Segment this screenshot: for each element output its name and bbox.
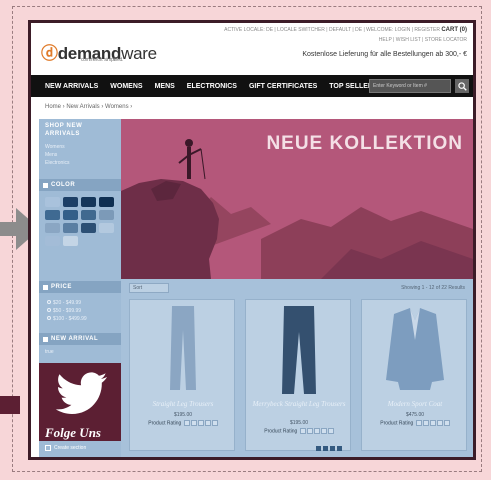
color-swatch[interactable]	[81, 223, 96, 233]
price-option[interactable]: $100 - $499.99	[47, 315, 87, 323]
new-arrival-section-header[interactable]: NEW ARRIVAL	[39, 333, 121, 345]
color-section-header[interactable]: COLOR	[39, 179, 121, 191]
rating-star-icon	[429, 420, 436, 426]
color-swatch[interactable]	[63, 236, 78, 246]
nav-womens[interactable]: WOMENS	[104, 83, 148, 90]
rating-star-icon	[211, 420, 218, 426]
color-swatch[interactable]	[45, 236, 60, 246]
sport-coat-image	[386, 308, 444, 390]
color-swatches	[45, 197, 114, 246]
price-section-header[interactable]: PRICE	[39, 281, 121, 293]
product-tile[interactable]: Straight Leg Trousers $195.00 Product Ra…	[129, 299, 235, 451]
rating-star-icon	[306, 428, 313, 434]
utility-links[interactable]: ACTIVE LOCALE: DE | LOCALE SWITCHER | DE…	[224, 27, 467, 33]
trousers-image	[170, 306, 196, 390]
collapse-icon	[43, 284, 48, 290]
search-icon	[457, 81, 467, 91]
category-list: Womens Mens Electronics	[45, 143, 69, 167]
twitter-promo[interactable]: Folge Uns	[39, 363, 121, 441]
color-swatch[interactable]	[63, 197, 78, 207]
refinement-sidebar: SHOP NEW ARRIVALS Womens Mens Electronic…	[39, 119, 121, 457]
product-rating: Product Rating	[362, 420, 468, 426]
maroon-marker	[0, 396, 20, 414]
product-rating: Product Rating	[246, 428, 352, 434]
color-swatch[interactable]	[99, 197, 114, 207]
breadcrumb[interactable]: Home › New Arrivals › Womens ›	[45, 104, 132, 110]
create-section-button[interactable]: Create section	[45, 445, 86, 451]
radio-icon	[47, 308, 51, 312]
nav-electronics[interactable]: ELECTRONICS	[181, 83, 243, 90]
category-electronics[interactable]: Electronics	[45, 159, 69, 167]
collapse-icon	[43, 182, 48, 188]
rating-star-icon	[415, 420, 422, 426]
color-swatch[interactable]	[99, 210, 114, 220]
rating-star-icon	[204, 420, 211, 426]
nav-mens[interactable]: MENS	[149, 83, 181, 90]
color-swatch[interactable]	[81, 210, 96, 220]
category-womens[interactable]: Womens	[45, 143, 69, 151]
banner-title: NEUE KOLLEKTION	[266, 133, 463, 154]
collapse-icon	[43, 336, 48, 342]
rating-star-icon	[327, 428, 334, 434]
sort-select[interactable]: Sort	[129, 283, 169, 293]
cart-link[interactable]: CART (0)	[441, 27, 467, 33]
site-header: ⓓdemandware commerce. simplified. ACTIVE…	[31, 23, 473, 75]
price-option[interactable]: $20 - $49.99	[47, 299, 87, 307]
color-swatch[interactable]	[45, 223, 60, 233]
rating-star-icon	[197, 420, 204, 426]
search-input[interactable]: Enter Keyword or Item #	[369, 79, 451, 93]
product-price: $195.00	[289, 420, 309, 426]
demandware-logo[interactable]: ⓓdemandware commerce. simplified.	[41, 39, 157, 64]
rating-star-icon	[183, 420, 190, 426]
product-name[interactable]: Straight Leg Trousers	[130, 400, 236, 408]
color-swatch[interactable]	[45, 197, 60, 207]
product-tile[interactable]: Merrybeck Straight Leg Trousers $195.00 …	[245, 299, 351, 451]
trousers-image	[282, 306, 316, 394]
results-count: Showing 1 - 12 of 22 Results	[401, 285, 465, 291]
price-option[interactable]: $50 - $99.99	[47, 307, 87, 315]
logo-tagline: commerce. simplified.	[81, 57, 124, 63]
color-swatch[interactable]	[63, 223, 78, 233]
folge-uns-text: Folge Uns	[45, 425, 101, 440]
nav-new-arrivals[interactable]: NEW ARRIVALS	[31, 83, 104, 90]
rating-star-icon	[190, 420, 197, 426]
rating-star-icon	[443, 420, 450, 426]
color-swatch[interactable]	[99, 223, 114, 233]
rating-star-icon	[299, 428, 306, 434]
new-arrival-option[interactable]: true	[45, 349, 54, 355]
price-list: $20 - $49.99 $50 - $99.99 $100 - $499.99	[47, 299, 87, 323]
color-swatch[interactable]	[81, 197, 96, 207]
radio-icon	[47, 300, 51, 304]
product-name[interactable]: Modern Sport Coat	[362, 400, 468, 408]
rating-star-icon	[320, 428, 327, 434]
category-mens[interactable]: Mens	[45, 151, 69, 159]
rating-star-icon	[436, 420, 443, 426]
product-listing: Sort Showing 1 - 12 of 22 Results Straig…	[121, 279, 473, 457]
rating-star-icon	[313, 428, 320, 434]
nav-gift-certificates[interactable]: GIFT CERTIFICATES	[243, 83, 323, 90]
rating-star-icon	[422, 420, 429, 426]
website-frame: ⓓdemandware commerce. simplified. ACTIVE…	[28, 20, 476, 460]
product-rating: Product Rating	[130, 420, 236, 426]
shipping-notice: Kostenlose Lieferung für alle Bestellung…	[302, 51, 467, 58]
shop-new-arrivals-title: SHOP NEW ARRIVALS	[45, 123, 83, 137]
help-links[interactable]: HELP | WISH LIST | STORE LOCATOR	[379, 37, 467, 43]
product-price: $475.00	[405, 412, 425, 418]
radio-icon	[47, 316, 51, 320]
color-swatch[interactable]	[63, 210, 78, 220]
main-nav: NEW ARRIVALS WOMENS MENS ELECTRONICS GIF…	[31, 75, 473, 97]
product-tile[interactable]: Modern Sport Coat $475.00 Product Rating	[361, 299, 467, 451]
twitter-bird-icon	[55, 372, 107, 414]
pagination-dots[interactable]	[316, 446, 342, 451]
product-price: $195.00	[173, 412, 193, 418]
search-button[interactable]	[455, 79, 469, 93]
checkbox-icon	[45, 445, 51, 451]
color-swatch[interactable]	[45, 210, 60, 220]
hero-banner[interactable]: NEUE KOLLEKTION	[121, 119, 473, 279]
product-name[interactable]: Merrybeck Straight Leg Trousers	[246, 400, 352, 408]
